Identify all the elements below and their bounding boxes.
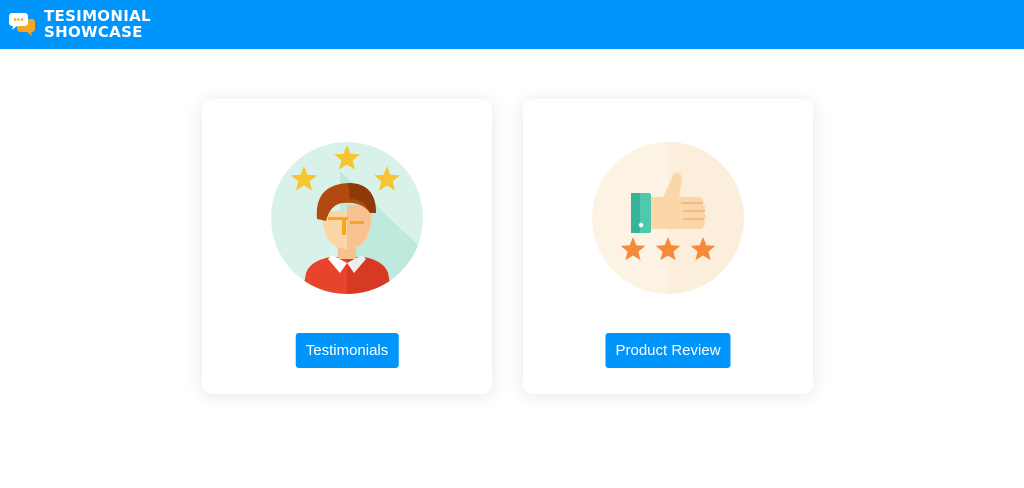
brand-line-2: SHOWCASE <box>44 23 143 41</box>
brand[interactable]: TESIMONIAL SHOWCASE <box>8 6 151 42</box>
illustration <box>591 141 745 295</box>
person-with-stars-icon <box>271 142 423 294</box>
product-review-button[interactable]: Product Review <box>605 333 731 368</box>
top-bar: TESIMONIAL SHOWCASE <box>0 0 1024 49</box>
testimonials-button[interactable]: Testimonials <box>295 333 399 368</box>
illustration <box>270 141 424 295</box>
brand-name: TESIMONIAL SHOWCASE <box>44 8 151 40</box>
thumbs-up-with-stars-icon <box>592 142 744 294</box>
product-review-card: Product Review <box>523 99 813 394</box>
testimonials-card: Testimonials <box>202 99 492 394</box>
brand-line-1: TESIMONIAL <box>44 7 151 25</box>
chat-bubbles-icon <box>9 13 35 36</box>
